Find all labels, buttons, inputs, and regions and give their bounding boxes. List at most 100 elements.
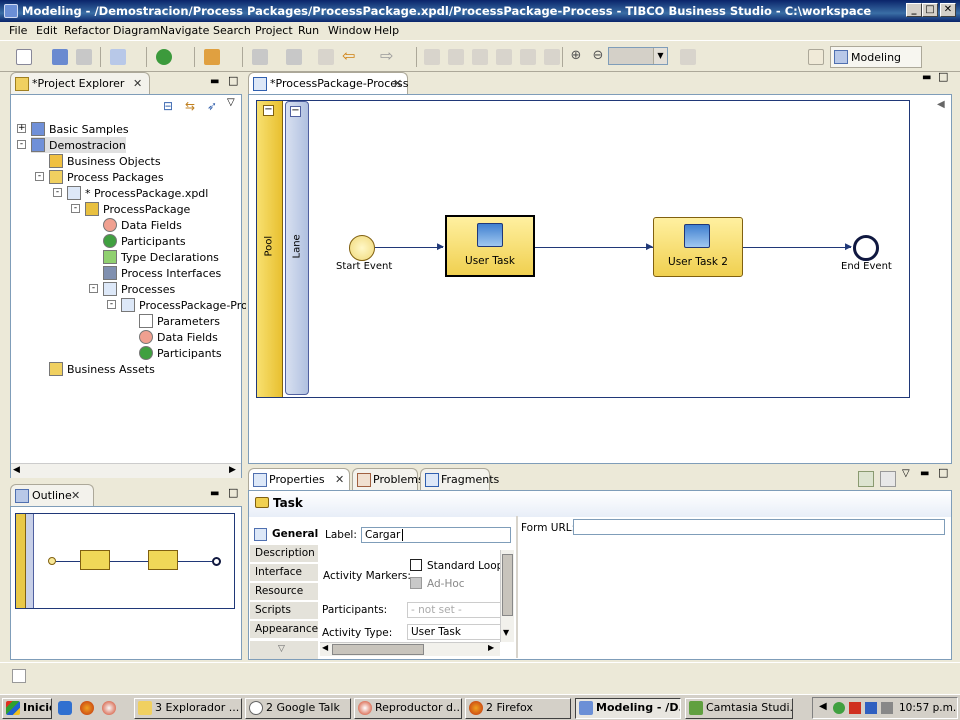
zoom-out-icon[interactable]: ⊖ [590, 49, 606, 65]
chevron-down-icon[interactable]: ▽ [278, 644, 285, 654]
tree-item[interactable]: Basic Samples [31, 121, 129, 137]
start-button[interactable]: Inicio [2, 698, 52, 719]
align-top-icon[interactable] [496, 49, 512, 65]
general-vertical-scrollbar[interactable]: ▼ [500, 550, 514, 642]
align-left-icon[interactable] [424, 49, 440, 65]
menu-navigate[interactable]: Navigate [160, 24, 209, 37]
end-event[interactable] [853, 235, 879, 261]
maximize-view-icon[interactable]: □ [228, 74, 238, 87]
tree-item[interactable]: Process Packages [49, 169, 164, 185]
show-categories-icon[interactable] [858, 471, 874, 487]
tray-network-icon[interactable] [833, 702, 845, 714]
editor-tab[interactable]: *ProcessPackage-Process ✕ [248, 72, 409, 94]
tree-item[interactable]: Demostracion [31, 137, 126, 153]
link-editor-icon[interactable]: ⇆ [185, 99, 195, 113]
tool-icon[interactable] [204, 49, 220, 65]
open-perspective-icon[interactable] [808, 49, 824, 65]
task-google-talk[interactable]: 2 Google Talk [245, 698, 351, 719]
tree-expander[interactable]: + [17, 124, 26, 133]
tree-item[interactable]: Parameters [139, 313, 220, 329]
minimize-view-icon[interactable]: ▬ [920, 468, 929, 479]
menu-project[interactable]: Project [255, 24, 293, 37]
close-icon[interactable]: ✕ [71, 489, 80, 502]
task-firefox[interactable]: 2 Firefox [465, 698, 571, 719]
section-scroll-more[interactable]: ▽ [250, 641, 318, 659]
zoom-combo[interactable]: ▼ [608, 47, 668, 65]
user-task-2[interactable]: User Task 2 [653, 217, 743, 277]
run-icon[interactable] [156, 49, 172, 65]
tray-volume-icon[interactable] [881, 702, 893, 714]
participants-field[interactable]: - not set - [407, 602, 501, 618]
lane[interactable]: − Lane [285, 101, 309, 395]
save-icon[interactable] [52, 49, 68, 65]
scroll-left-icon[interactable]: ◀ [13, 465, 20, 475]
tab-problems[interactable]: Problems [352, 468, 424, 490]
tab-properties[interactable]: Properties ✕ [248, 468, 350, 490]
minimize-view-icon[interactable]: ▬ [922, 72, 931, 83]
menu-refactor[interactable]: Refactor [64, 24, 110, 37]
tree-item[interactable]: Data Fields [139, 329, 218, 345]
fast-view-icon[interactable] [12, 669, 26, 683]
standard-loop-checkbox[interactable] [410, 559, 422, 571]
section-description[interactable]: Description [250, 545, 318, 563]
align-center-icon[interactable] [448, 49, 464, 65]
section-interface[interactable]: Interface [250, 564, 318, 582]
maximize-view-icon[interactable]: □ [938, 70, 948, 83]
section-general[interactable]: General [250, 526, 318, 544]
scroll-thumb[interactable] [502, 554, 513, 616]
minimize-view-icon[interactable]: ▬ [210, 488, 219, 499]
tree-item[interactable]: Business Assets [49, 361, 155, 377]
maximize-view-icon[interactable]: □ [938, 466, 948, 479]
maximize-button[interactable]: □ [922, 3, 938, 17]
nav2-icon[interactable] [286, 49, 302, 65]
align-middle-icon[interactable] [520, 49, 536, 65]
view-menu-icon[interactable]: ▽ [902, 468, 910, 479]
back-arrow-icon[interactable]: ⇦ [342, 48, 358, 65]
forward-arrow-icon[interactable]: ⇨ [380, 48, 396, 65]
tab-fragments[interactable]: Fragments [420, 468, 499, 490]
user-task-1[interactable]: User Task [445, 215, 535, 277]
pin-icon[interactable] [680, 49, 696, 65]
print-icon[interactable] [76, 49, 92, 65]
back-gray-icon[interactable] [318, 49, 334, 65]
menu-diagram[interactable]: Diagram [113, 24, 160, 37]
task-explorer[interactable]: 3 Explorador ... [134, 698, 242, 719]
pool[interactable]: − Pool [257, 101, 283, 397]
start-event[interactable] [349, 235, 375, 261]
tree-item[interactable]: Process Interfaces [103, 265, 221, 281]
filter-icon[interactable]: ➶ [207, 99, 217, 113]
close-icon[interactable]: ✕ [393, 77, 402, 90]
menu-window[interactable]: Window [328, 24, 371, 37]
tree-expander[interactable]: - [53, 188, 62, 197]
form-url-input[interactable] [573, 519, 945, 535]
label-input[interactable]: Cargar [361, 527, 511, 543]
menu-edit[interactable]: Edit [36, 24, 57, 37]
desktop-icon[interactable] [58, 701, 72, 715]
task-media-player[interactable]: Reproductor d... [354, 698, 462, 719]
tree-item[interactable]: Data Fields [103, 217, 182, 233]
tree-item[interactable]: Participants [103, 233, 186, 249]
nav-icon[interactable] [252, 49, 268, 65]
media-quicklaunch-icon[interactable] [102, 701, 116, 715]
ad-hoc-checkbox[interactable] [410, 577, 422, 589]
section-resource[interactable]: Resource [250, 583, 318, 601]
section-appearance[interactable]: Appearance [250, 621, 318, 639]
minimize-view-icon[interactable]: ▬ [210, 76, 219, 87]
tree-expander[interactable]: - [17, 140, 26, 149]
tray-mail-icon[interactable] [849, 702, 861, 714]
tree-item[interactable]: Participants [139, 345, 222, 361]
tree-item[interactable]: Processes [103, 281, 175, 297]
menu-search[interactable]: Search [213, 24, 251, 37]
tray-app-icon[interactable] [865, 702, 877, 714]
tree-expander[interactable]: - [35, 172, 44, 181]
scroll-down-icon[interactable]: ▼ [503, 628, 509, 637]
chevron-down-icon[interactable]: ▼ [653, 48, 667, 64]
menu-run[interactable]: Run [298, 24, 319, 37]
tree-expander[interactable]: - [89, 284, 98, 293]
tree-item[interactable]: ProcessPackage-Proce [121, 297, 261, 313]
collapse-lane-icon[interactable]: − [290, 106, 301, 117]
scroll-thumb[interactable] [332, 644, 424, 655]
tree-item[interactable]: Business Objects [49, 153, 161, 169]
scroll-left-icon[interactable]: ◀ [322, 643, 328, 652]
activity-type-combo[interactable]: User Task [407, 624, 501, 640]
